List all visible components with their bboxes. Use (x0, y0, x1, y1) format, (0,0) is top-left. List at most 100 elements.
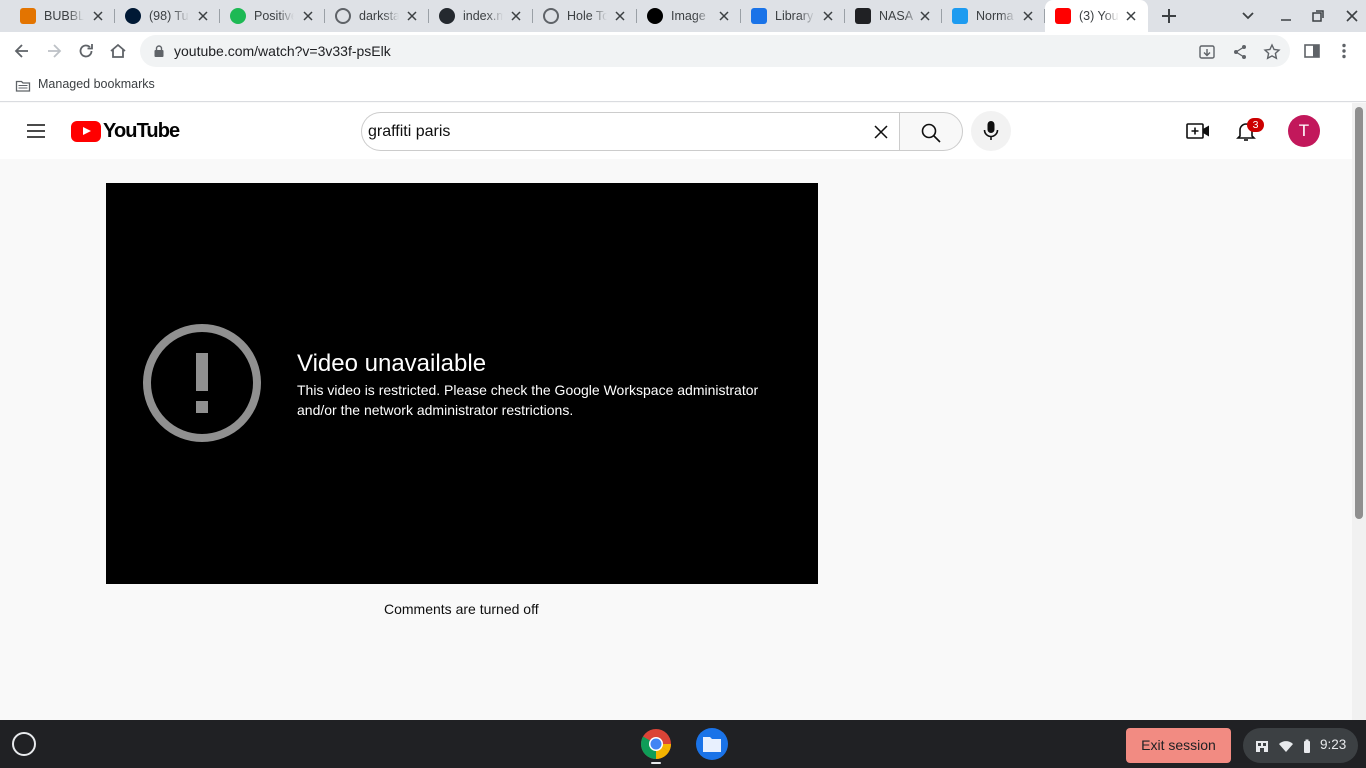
chrome-running-indicator (651, 762, 661, 764)
minimize-icon[interactable] (1276, 6, 1296, 26)
tab-title: BUBBLE (44, 9, 84, 23)
tab-title: darksta (359, 9, 399, 23)
side-panel-icon[interactable] (1302, 41, 1322, 61)
browser-tab[interactable]: darksta (325, 0, 429, 32)
tab-title: index.m (463, 9, 503, 23)
clear-search-icon[interactable] (872, 123, 890, 141)
notification-count-badge: 3 (1247, 118, 1264, 132)
forward-icon[interactable] (44, 41, 64, 61)
close-window-icon[interactable] (1342, 6, 1362, 26)
bubble-icon (20, 8, 36, 24)
tab-title: Norma (976, 9, 1014, 23)
scrollbar-thumb[interactable] (1355, 107, 1363, 519)
github-icon (439, 8, 455, 24)
spotify-icon (230, 8, 246, 24)
browser-tab[interactable]: Image (637, 0, 741, 32)
files-app-icon[interactable] (696, 728, 728, 760)
browser-tab[interactable]: (98) Tu (115, 0, 220, 32)
menu-kebab-icon[interactable] (1334, 41, 1354, 61)
create-video-icon[interactable] (1185, 119, 1211, 143)
search-query[interactable]: graffiti paris (368, 123, 450, 141)
chrome-app-icon[interactable] (640, 728, 672, 760)
status-tray[interactable]: 9:23 (1243, 728, 1358, 763)
tab-title: (98) Tu (149, 9, 189, 23)
search-input[interactable]: graffiti paris (361, 112, 900, 151)
video-unavailable-title: Video unavailable (297, 350, 487, 377)
close-tab-icon[interactable] (91, 9, 105, 23)
browser-tab[interactable]: (3) You (1045, 0, 1148, 32)
close-tab-icon[interactable] (509, 9, 523, 23)
close-tab-icon[interactable] (717, 9, 731, 23)
search-button[interactable] (899, 112, 963, 151)
globe-icon (335, 8, 351, 24)
exit-session-button[interactable]: Exit session (1126, 728, 1231, 763)
youtube-logo[interactable]: YouTube (71, 119, 180, 143)
tab-title: Hole To (567, 9, 607, 23)
twitter-icon (952, 8, 968, 24)
lock-icon[interactable] (152, 44, 166, 58)
globe-icon (543, 8, 559, 24)
codepen-icon (647, 8, 663, 24)
managed-device-icon (1256, 741, 1268, 752)
youtube-play-icon (71, 120, 101, 142)
folder-icon[interactable] (15, 78, 31, 94)
close-tab-icon[interactable] (613, 9, 627, 23)
youtube-header: YouTube graffiti paris 3 T (0, 103, 1352, 159)
close-tab-icon[interactable] (1021, 9, 1035, 23)
browser-tab[interactable]: Positive (220, 0, 325, 32)
youtube-icon (1055, 8, 1071, 24)
bookmark-star-icon[interactable] (1263, 43, 1281, 61)
close-tab-icon[interactable] (196, 9, 210, 23)
files-folder-icon (703, 737, 721, 752)
launcher-icon[interactable] (12, 732, 36, 756)
tab-strip: BUBBLE (98) Tu Positive darksta index.m Hole … (0, 0, 1366, 32)
reload-icon[interactable] (76, 41, 96, 61)
browser-tab[interactable]: index.m (429, 0, 533, 32)
restore-icon[interactable] (1308, 6, 1328, 26)
microphone-icon (983, 121, 999, 140)
browser-tab[interactable]: Hole To (533, 0, 637, 32)
address-bar[interactable]: youtube.com/watch?v=3v33f-psElk (140, 35, 1290, 67)
home-icon[interactable] (108, 41, 128, 61)
browser-tab[interactable]: Norma (942, 0, 1045, 32)
video-player[interactable]: Video unavailable This video is restrict… (106, 183, 818, 584)
wifi-icon (1279, 741, 1293, 752)
tab-title: NASA (879, 9, 914, 23)
tab-search-chevron-icon[interactable] (1238, 6, 1258, 26)
managed-bookmarks-label[interactable]: Managed bookmarks (38, 77, 155, 91)
browser-tab[interactable]: NASA (845, 0, 942, 32)
install-app-icon[interactable] (1198, 43, 1216, 61)
tab-title: Library (775, 9, 814, 23)
close-tab-icon[interactable] (1124, 9, 1138, 23)
close-tab-icon[interactable] (821, 9, 835, 23)
youtube-logo-text: YouTube (103, 119, 180, 142)
tumblr-icon (125, 8, 141, 24)
tab-title: Positive (254, 9, 294, 23)
video-restriction-message: This video is restricted. Please check t… (297, 382, 759, 418)
hamburger-menu-icon[interactable] (24, 119, 48, 143)
back-icon[interactable] (12, 41, 32, 61)
tab-title: (3) You (1079, 9, 1119, 23)
close-tab-icon[interactable] (918, 9, 932, 23)
system-shelf: Exit session 9:23 (0, 720, 1366, 768)
comments-status: Comments are turned off (384, 601, 539, 617)
battery-icon (1304, 739, 1310, 753)
lb-icon (751, 8, 767, 24)
voice-search-button[interactable] (971, 111, 1011, 151)
browser-toolbar: youtube.com/watch?v=3v33f-psElk (0, 32, 1366, 70)
new-tab-icon[interactable] (1159, 6, 1179, 26)
browser-tab[interactable]: Library (741, 0, 845, 32)
url-text[interactable]: youtube.com/watch?v=3v33f-psElk (174, 43, 391, 59)
alert-exclamation-icon (143, 324, 261, 442)
nasa-icon (855, 8, 871, 24)
browser-tab[interactable]: BUBBLE (10, 0, 115, 32)
search-icon (921, 123, 941, 143)
tab-title: Image (671, 9, 706, 23)
bookmarks-bar: Managed bookmarks (0, 70, 1366, 102)
close-tab-icon[interactable] (405, 9, 419, 23)
account-avatar[interactable]: T (1288, 115, 1320, 147)
page-scrollbar[interactable] (1352, 103, 1366, 720)
share-icon[interactable] (1231, 43, 1249, 61)
close-tab-icon[interactable] (301, 9, 315, 23)
clock-time: 9:23 (1320, 737, 1347, 752)
